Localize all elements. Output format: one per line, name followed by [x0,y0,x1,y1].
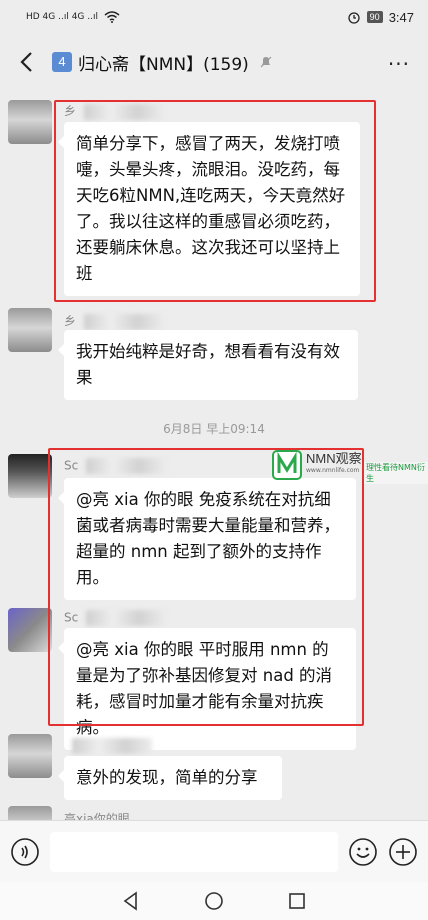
avatar[interactable] [8,734,52,778]
sender-name: 亮xia你的眼 [64,812,130,820]
avatar[interactable] [8,454,52,498]
watermark: NMN观察 www.nmnlife.com [272,450,362,480]
avatar[interactable] [8,806,52,820]
watermark-url: www.nmnlife.com [306,467,360,474]
message-input[interactable] [50,831,338,872]
battery-level: 90 [366,11,383,23]
clock: 3:47 [388,9,414,25]
message-text: 我开始纯粹是好奇，想看看有没有效果 [76,342,340,387]
watermark-side-text: 理性看待NMN衍生 [364,462,428,484]
plus-icon[interactable] [388,837,418,867]
message-bubble[interactable]: @亮 xia 你的眼 平时服用 nmn 的量是为了弥补基因修复对 nad 的消耗… [58,628,356,750]
message-bubble[interactable]: 我开始纯粹是好奇，想看看有没有效果 [58,330,358,400]
chat-title: 4 归心斋【NMN】(159) [52,50,273,75]
sender-name: 乡 [64,312,165,330]
alarm-icon [348,12,360,24]
nav-back-icon[interactable] [120,890,142,912]
more-options-icon[interactable]: ··· [388,52,410,76]
sender-name: Sc [64,610,167,626]
mute-bell-icon [260,56,272,68]
status-bar: HD 4G ..ıl 4G ..ıl 90 3:47 [0,0,428,34]
group-name: 归心斋【NMN】(159) [78,54,249,75]
chat-area[interactable]: 乡 简单分享下，感冒了两天，发烧打喷嚏，头晕头疼，流眼泪。没吃药，每天吃6粒NM… [0,90,428,820]
input-bar [0,820,428,882]
message-timestamp: 6月8日 早上09:14 [163,422,265,436]
sender-name: 乡 [64,102,165,120]
wifi-icon [104,11,120,23]
voice-icon[interactable] [10,837,40,867]
message-bubble[interactable]: 意外的发现，简单的分享 [58,756,282,800]
unread-badge: 4 [52,52,72,72]
message-text: 简单分享下，感冒了两天，发烧打喷嚏，头晕头疼，流眼泪。没吃药，每天吃6粒NMN,… [76,134,346,283]
signal-indicator: HD 4G ..ıl 4G ..ıl [26,11,120,23]
nav-home-icon[interactable] [203,890,225,912]
nmn-logo-icon [272,450,302,480]
watermark-title: NMN观察 [306,451,362,466]
nav-recents-icon[interactable] [286,890,308,912]
emoji-icon[interactable] [348,837,378,867]
avatar[interactable] [8,608,52,652]
message-text: 意外的发现，简单的分享 [76,768,258,787]
title-bar: 4 归心斋【NMN】(159) ··· [0,34,428,90]
signal-text: HD 4G ..ıl 4G ..ıl [26,12,98,22]
sender-name [64,738,152,754]
avatar[interactable] [8,308,52,352]
sender-name: Sc [64,458,167,474]
message-bubble[interactable]: 简单分享下，感冒了两天，发烧打喷嚏，头晕头疼，流眼泪。没吃药，每天吃6粒NMN,… [58,122,360,296]
system-nav-bar [0,882,428,920]
back-icon[interactable] [14,50,38,74]
message-text: @亮 xia 你的眼 平时服用 nmn 的量是为了弥补基因修复对 nad 的消耗… [76,640,333,737]
message-text: @亮 xia 你的眼 免疫系统在对抗细菌或者病毒时需要大量能量和营养，超量的 n… [76,490,340,587]
avatar[interactable] [8,100,52,144]
message-bubble[interactable]: @亮 xia 你的眼 免疫系统在对抗细菌或者病毒时需要大量能量和营养，超量的 n… [58,478,356,600]
